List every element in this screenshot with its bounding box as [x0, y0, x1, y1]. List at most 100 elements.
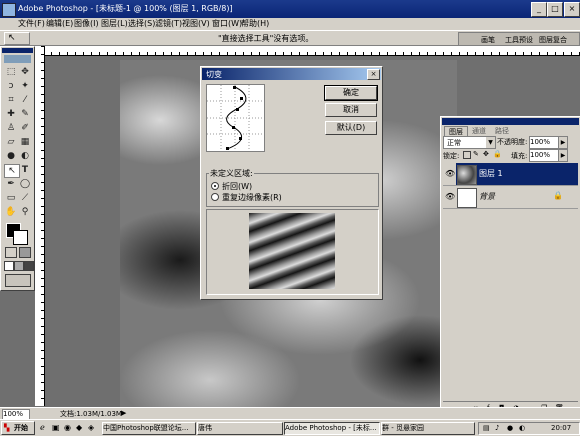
dialog-close-button[interactable]: ×: [367, 69, 380, 80]
start-button[interactable]: ▚ 开始: [1, 421, 35, 435]
zoom-tool-icon[interactable]: ⚲: [18, 206, 32, 218]
menu-select[interactable]: 选择(S): [128, 18, 155, 30]
lock-image-icon[interactable]: ✎: [473, 151, 479, 158]
menu-window[interactable]: 窗口(W): [212, 18, 242, 30]
status-menu-arrow-icon[interactable]: ▶: [121, 409, 126, 417]
marquee-tool-icon[interactable]: ⬚: [4, 66, 18, 78]
palette-tab-layer-comps[interactable]: 图层复合: [539, 35, 567, 45]
fill-label: 填充:: [511, 152, 528, 160]
opacity-arrow-icon[interactable]: ▶: [558, 136, 568, 149]
minimize-button[interactable]: _: [531, 2, 547, 17]
clone-stamp-tool-icon[interactable]: ♙: [4, 122, 18, 134]
window-title: Adobe Photoshop - [未标题-1 @ 100% (图层 1, R…: [18, 4, 233, 13]
notes-tool-icon[interactable]: ▭: [4, 192, 18, 204]
standard-mode-icon[interactable]: [5, 247, 17, 258]
magic-wand-tool-icon[interactable]: ✦: [18, 80, 32, 92]
task-folder[interactable]: 唐伟: [197, 422, 283, 435]
tray-app-icon[interactable]: ◐: [519, 423, 525, 434]
lock-transparent-icon[interactable]: [463, 151, 471, 159]
horizontal-ruler: [35, 46, 580, 56]
layer-row-background[interactable]: 👁 背景 🔒: [443, 186, 578, 209]
lock-position-icon[interactable]: ✥: [483, 151, 489, 158]
quick-mask-mode-icon[interactable]: [19, 247, 31, 258]
lock-icon: 🔒: [553, 191, 563, 200]
task-browser[interactable]: 中国Photoshop联盟论坛...: [102, 422, 196, 435]
shear-preview-image[interactable]: [249, 213, 335, 289]
slice-tool-icon[interactable]: ⁄: [18, 94, 32, 106]
ok-button[interactable]: 确定: [324, 85, 378, 101]
brush-tool-icon[interactable]: ✎: [18, 108, 32, 120]
background-color-swatch[interactable]: [13, 230, 28, 245]
tab-paths[interactable]: 路径: [491, 126, 513, 136]
lock-all-icon[interactable]: 🔒: [493, 151, 502, 158]
pen-tool-icon[interactable]: ✒: [4, 178, 18, 190]
menu-help[interactable]: 帮助(H): [241, 18, 269, 30]
quicklaunch-app2-icon[interactable]: ◈: [88, 423, 94, 432]
move-tool-icon[interactable]: ✥: [18, 66, 32, 78]
blend-mode-select[interactable]: 正常 ▼: [443, 136, 496, 149]
tray-network-icon[interactable]: ▤: [483, 423, 490, 434]
task-photoshop[interactable]: Adobe Photoshop - [未标...: [284, 422, 380, 435]
adobe-online-logo[interactable]: [4, 55, 31, 63]
tray-volume-icon[interactable]: ♪: [495, 423, 499, 434]
tab-channels[interactable]: 通道: [468, 126, 490, 136]
eyedropper-tool-icon[interactable]: ⟋: [18, 192, 32, 204]
menu-edit[interactable]: 编辑(E): [46, 18, 73, 30]
blur-tool-icon[interactable]: ●: [4, 150, 18, 162]
tool-preset-picker[interactable]: ↖: [4, 32, 30, 45]
shear-curve-grid[interactable]: [206, 84, 265, 152]
layer-name[interactable]: 背景: [479, 191, 495, 202]
palette-tab-brushes[interactable]: 画笔: [481, 35, 495, 45]
dodge-tool-icon[interactable]: ◐: [18, 150, 32, 162]
wrap-radio-label[interactable]: 折回(W): [222, 181, 252, 192]
direct-select-arrow-icon: ↖: [8, 33, 16, 43]
menu-image[interactable]: 图像(I): [74, 18, 99, 30]
shear-curve-graph[interactable]: [207, 85, 264, 151]
healing-brush-tool-icon[interactable]: ✚: [4, 108, 18, 120]
menu-filter[interactable]: 滤镜(T): [155, 18, 182, 30]
title-bar: Adobe Photoshop - [未标题-1 @ 100% (图层 1, R…: [0, 0, 580, 18]
tray-qq-icon[interactable]: ●: [507, 423, 513, 434]
screen-mode-full-menu-icon[interactable]: [14, 261, 24, 271]
menu-file[interactable]: 文件(F): [18, 18, 45, 30]
wrap-radio[interactable]: [211, 182, 219, 190]
quicklaunch-desktop-icon[interactable]: ▣: [52, 423, 60, 432]
maximize-button[interactable]: □: [547, 2, 563, 17]
crop-tool-icon[interactable]: ⌗: [4, 94, 18, 106]
layer-row-layer1[interactable]: 👁 图层 1: [443, 163, 578, 186]
opacity-input[interactable]: 100%: [529, 136, 559, 149]
quicklaunch-ie-icon[interactable]: ℯ: [40, 423, 45, 432]
type-tool-icon[interactable]: T: [18, 164, 32, 176]
screen-mode-full-icon[interactable]: [24, 261, 34, 271]
task-qq-group[interactable]: 群 - 觅悬家园: [381, 422, 475, 435]
menu-view[interactable]: 视图(V): [182, 18, 210, 30]
menu-bar: 文件(F) 编辑(E) 图像(I) 图层(L) 选择(S) 滤镜(T) 视图(V…: [0, 18, 580, 30]
history-brush-tool-icon[interactable]: ✐: [18, 122, 32, 134]
hand-tool-icon[interactable]: ✋: [4, 206, 18, 218]
visibility-eye-icon[interactable]: 👁: [445, 169, 455, 178]
gradient-tool-icon[interactable]: ▦: [18, 136, 32, 148]
layer-name[interactable]: 图层 1: [479, 168, 503, 179]
lasso-tool-icon[interactable]: ↄ: [4, 80, 18, 92]
photoshop-app-icon: [2, 3, 16, 17]
repeat-edge-radio[interactable]: [211, 193, 219, 201]
lock-label: 锁定:: [443, 152, 460, 160]
default-button[interactable]: 默认(D): [325, 121, 377, 135]
eraser-tool-icon[interactable]: ▱: [4, 136, 18, 148]
ellipse-tool-icon[interactable]: ◯: [18, 178, 32, 190]
screen-mode-standard-icon[interactable]: [4, 261, 14, 271]
cancel-button[interactable]: 取消: [325, 103, 377, 117]
close-button[interactable]: ×: [564, 2, 580, 17]
quicklaunch-app-icon[interactable]: ◆: [76, 423, 82, 432]
fill-input[interactable]: 100%: [529, 149, 559, 162]
menu-layer[interactable]: 图层(L): [101, 18, 128, 30]
system-tray: ▤ ♪ ● ◐ 20:07: [478, 422, 580, 435]
undefined-area-label: 未定义区域:: [209, 168, 254, 179]
repeat-edge-radio-label[interactable]: 重复边缘像素(R): [222, 192, 282, 203]
quicklaunch-media-icon[interactable]: ◉: [64, 423, 71, 432]
fill-arrow-icon[interactable]: ▶: [558, 149, 568, 162]
visibility-eye-icon[interactable]: 👁: [445, 192, 455, 201]
jump-to-imageready-button[interactable]: [5, 274, 31, 287]
wrap-radio-dot: [214, 185, 216, 187]
palette-tab-tool-presets[interactable]: 工具预设: [505, 35, 533, 45]
